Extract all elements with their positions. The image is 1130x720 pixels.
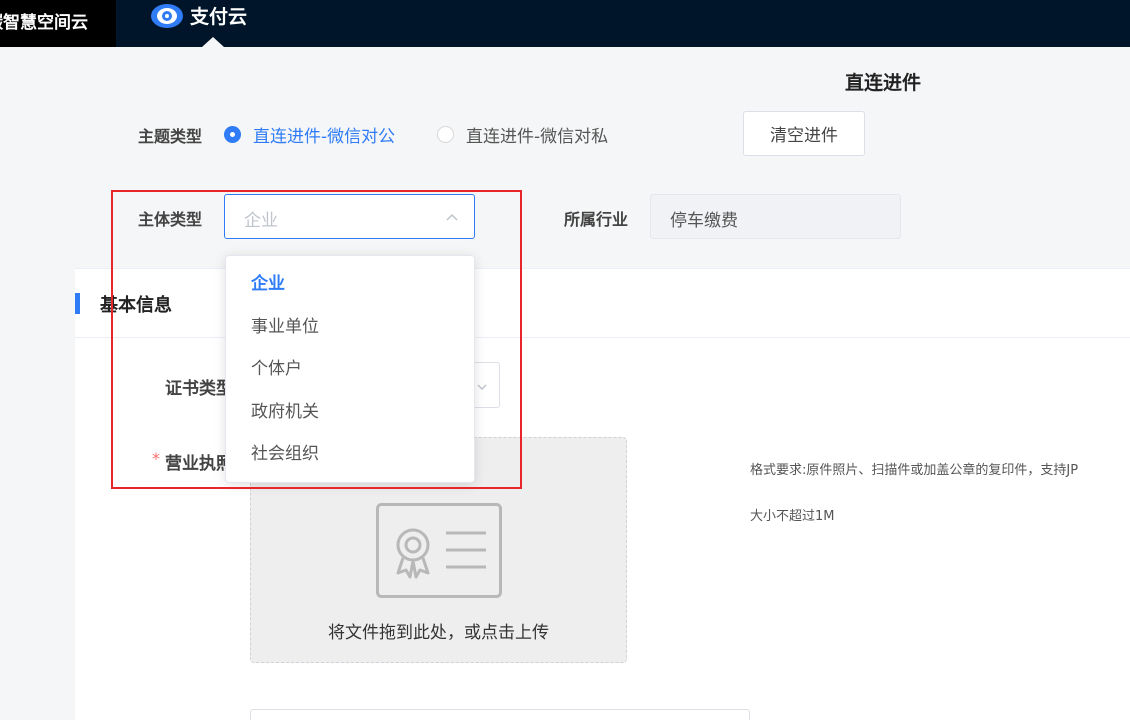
entity-type-dropdown: 企业 事业单位 个体户 政府机关 社会组织	[225, 255, 475, 483]
brand-name: 碳智慧空间云	[0, 13, 88, 33]
entity-type-select[interactable]: 企业	[224, 194, 475, 239]
subject-type-label: 主题类型	[138, 127, 203, 146]
dropdown-option-social-organization[interactable]: 社会组织	[226, 433, 474, 476]
title-accent-bar	[75, 293, 80, 314]
industry-field: 停车缴费	[650, 194, 901, 239]
eye-logo-icon	[150, 3, 184, 29]
next-field-input[interactable]	[250, 709, 750, 720]
chevron-down-icon	[475, 379, 489, 393]
brand-area[interactable]: 碳智慧空间云	[0, 0, 116, 47]
clear-application-button[interactable]: 清空进件	[743, 111, 865, 156]
chevron-up-icon	[444, 209, 460, 225]
industry-label: 所属行业	[564, 210, 629, 229]
business-license-label: 营业执照	[165, 454, 233, 474]
required-mark: *	[152, 449, 160, 468]
radio-checked-icon	[224, 126, 241, 143]
certificate-icon	[376, 503, 502, 598]
nav-item-label: 支付云	[190, 6, 248, 28]
format-hint: 格式要求:原件照片、扫描件或加盖公章的复印件，支持JP	[750, 463, 1079, 478]
dropdown-option-enterprise[interactable]: 企业	[226, 263, 474, 306]
radio-wechat-private[interactable]: 直连进件-微信对私	[437, 122, 608, 147]
upload-instruction: 将文件拖到此处，或点击上传	[328, 623, 549, 643]
radio-label: 直连进件-微信对公	[253, 127, 396, 147]
entity-type-label: 主体类型	[138, 210, 203, 229]
active-nav-caret	[202, 37, 224, 47]
dropdown-option-individual-business[interactable]: 个体户	[226, 348, 474, 391]
page-title: 直连进件	[845, 72, 922, 94]
size-hint: 大小不超过1M	[750, 509, 835, 524]
dropdown-option-government[interactable]: 政府机关	[226, 391, 474, 434]
select-value: 企业	[244, 211, 278, 231]
industry-value: 停车缴费	[670, 211, 738, 231]
top-navigation-bar: 碳智慧空间云 支付云	[0, 0, 1130, 47]
radio-unchecked-icon	[437, 126, 454, 143]
radio-wechat-public[interactable]: 直连进件-微信对公	[224, 122, 395, 147]
nav-item-payment-cloud[interactable]: 支付云	[150, 0, 247, 47]
card-title: 基本信息	[100, 295, 172, 316]
dropdown-option-public-institution[interactable]: 事业单位	[226, 306, 474, 349]
radio-label: 直连进件-微信对私	[466, 127, 609, 147]
cert-type-label: 证书类型	[165, 379, 233, 399]
